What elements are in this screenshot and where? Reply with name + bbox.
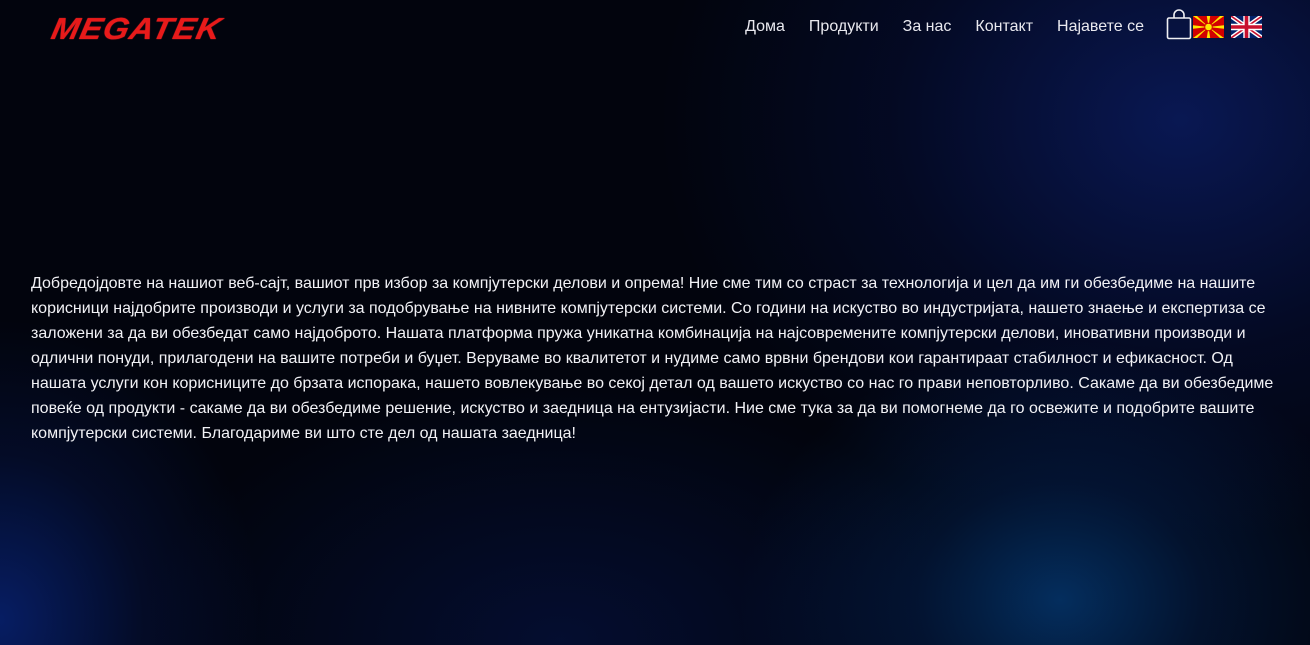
nav-link-home[interactable]: Дома xyxy=(745,16,785,38)
main-nav: Дома Продукти За нас Контакт Најавете се xyxy=(745,16,1144,38)
nav-link-about[interactable]: За нас xyxy=(903,16,952,38)
welcome-paragraph: Добредојдовте на нашиот веб-сајт, вашиот… xyxy=(31,275,1274,442)
nav-link-login[interactable]: Најавете се xyxy=(1057,16,1144,38)
shopping-bag-icon[interactable] xyxy=(1166,9,1192,40)
nav-link-products[interactable]: Продукти xyxy=(809,16,879,38)
nav-link-contact[interactable]: Контакт xyxy=(975,16,1033,38)
macedonia-flag-icon[interactable] xyxy=(1193,16,1224,38)
navbar: MEGATEK Дома Продукти За нас Контакт Нај… xyxy=(0,0,1310,56)
uk-flag-icon[interactable] xyxy=(1231,16,1262,38)
megatek-logo[interactable]: MEGATEK xyxy=(48,11,225,48)
